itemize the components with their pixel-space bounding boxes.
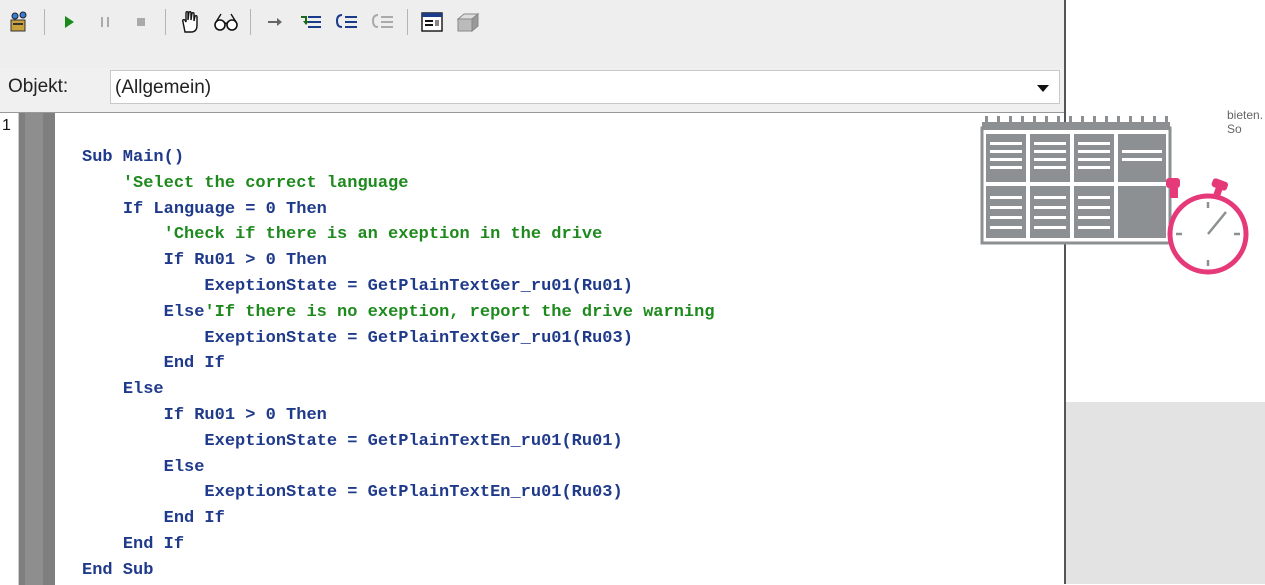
step-over-icon[interactable] xyxy=(333,8,361,36)
code-line[interactable]: Else xyxy=(82,455,715,481)
toolbar xyxy=(0,0,1064,68)
code-statement: Sub Main() xyxy=(82,148,185,167)
object-row: Objekt: (Allgemein) xyxy=(0,68,1064,108)
step-into-icon[interactable] xyxy=(297,8,325,36)
code-statement: End If xyxy=(163,354,225,374)
code-statement: ExeptionState = GetPlainTextGer_ru01(Ru0… xyxy=(204,276,633,296)
code-line[interactable]: Else xyxy=(82,377,715,403)
code-line[interactable]: ExeptionState = GetPlainTextGer_ru01(Ru0… xyxy=(82,274,715,300)
code-line[interactable]: End If xyxy=(82,506,715,532)
graphic-caption: bieten. So xyxy=(1227,108,1264,136)
code-text[interactable]: Sub Main() 'Select the correct language … xyxy=(82,145,715,584)
margin-indicator-inner xyxy=(25,113,43,585)
code-statement: ExeptionState = GetPlainTextGer_ru01(Ru0… xyxy=(204,328,633,348)
step-out-icon[interactable] xyxy=(369,8,397,36)
code-line[interactable]: Else'If there is no exeption, report the… xyxy=(82,300,715,326)
code-statement: End If xyxy=(122,534,185,554)
code-comment: 'Select the correct language xyxy=(122,173,409,193)
line-number: 1 xyxy=(2,117,11,134)
project-icon[interactable] xyxy=(6,8,34,36)
line-number-gutter: 1 xyxy=(0,113,12,585)
code-statement: Else xyxy=(163,457,205,477)
calendar-icon xyxy=(980,116,1172,245)
stopwatch-icon xyxy=(1158,178,1254,278)
stop-icon[interactable] xyxy=(127,8,155,36)
object-dropdown-value: (Allgemein) xyxy=(115,77,212,98)
code-line[interactable]: End If xyxy=(82,351,715,377)
margin-indicator-bar[interactable] xyxy=(18,113,55,585)
object-label: Objekt: xyxy=(8,76,69,97)
code-statement: ExeptionState = GetPlainTextEn_ru01(Ru01… xyxy=(204,431,623,451)
watch-glasses-icon[interactable] xyxy=(212,8,240,36)
code-line[interactable]: End If xyxy=(82,532,715,558)
pause-icon[interactable] xyxy=(91,8,119,36)
code-statement: Else xyxy=(122,380,164,400)
toolbar-separator xyxy=(44,9,45,35)
toolbar-separator xyxy=(250,9,251,35)
code-statement: Else xyxy=(163,302,205,322)
toolbox-icon[interactable] xyxy=(454,8,482,36)
code-line[interactable]: ExeptionState = GetPlainTextGer_ru01(Ru0… xyxy=(82,326,715,352)
code-line[interactable]: ExeptionState = GetPlainTextEn_ru01(Ru03… xyxy=(82,480,715,506)
code-line[interactable]: Sub Main() xyxy=(82,145,715,171)
code-statement: If Ru01 > 0 Then xyxy=(163,251,327,271)
vba-editor-window: Objekt: (Allgemein) 1 Sub Main() 'Select… xyxy=(0,0,1066,585)
chevron-down-icon[interactable] xyxy=(1037,85,1049,92)
code-statement: If Ru01 > 0 Then xyxy=(163,405,327,425)
code-line[interactable]: If Ru01 > 0 Then xyxy=(82,248,715,274)
userform-icon[interactable] xyxy=(418,8,446,36)
code-line[interactable]: If Ru01 > 0 Then xyxy=(82,403,715,429)
code-line[interactable]: 'Select the correct language xyxy=(82,171,715,197)
code-line[interactable]: 'Check if there is an exeption in the dr… xyxy=(82,222,715,248)
code-statement: End Sub xyxy=(82,560,154,580)
code-line[interactable]: ExeptionState = GetPlainTextEn_ru01(Ru01… xyxy=(82,429,715,455)
run-icon[interactable] xyxy=(55,8,83,36)
code-statement: If Language = 0 Then xyxy=(122,199,327,219)
hand-icon[interactable] xyxy=(176,8,204,36)
code-line[interactable]: End Sub xyxy=(82,558,715,584)
code-comment: 'Check if there is an exeption in the dr… xyxy=(163,225,603,245)
code-comment: 'If there is no exeption, report the dri… xyxy=(204,302,715,322)
toolbar-separator xyxy=(407,9,408,35)
step-arrow-icon[interactable] xyxy=(261,8,289,36)
code-editor[interactable]: 1 Sub Main() 'Select the correct languag… xyxy=(0,112,1064,585)
code-statement: ExeptionState = GetPlainTextEn_ru01(Ru03… xyxy=(204,483,623,503)
code-statement: End If xyxy=(163,509,225,529)
toolbar-separator xyxy=(165,9,166,35)
code-line[interactable]: If Language = 0 Then xyxy=(82,197,715,223)
object-dropdown[interactable]: (Allgemein) xyxy=(110,70,1060,104)
